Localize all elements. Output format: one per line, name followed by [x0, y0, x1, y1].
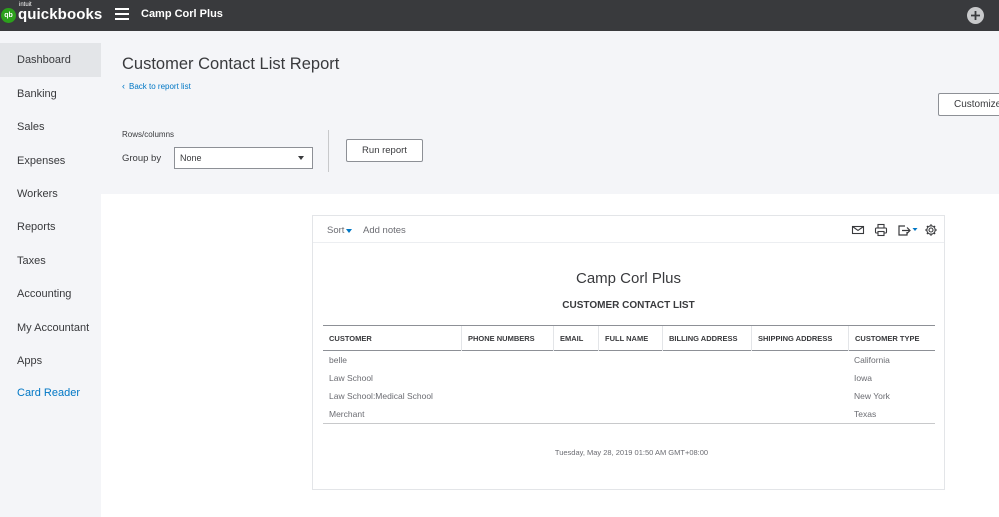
cell-customer[interactable]: Law School	[329, 373, 373, 383]
column-header-email[interactable]: EMAIL	[553, 326, 583, 351]
email-icon[interactable]	[851, 223, 865, 237]
divider	[328, 130, 329, 172]
column-header-billing-address[interactable]: BILLING ADDRESS	[662, 326, 737, 351]
cell-customer-type: California	[854, 355, 890, 365]
chevron-left-icon: ‹	[122, 81, 125, 91]
column-header-customer-type[interactable]: CUSTOMER TYPE	[848, 326, 919, 351]
sort-caret-icon	[346, 228, 353, 233]
logo-name-text: quickbooks	[18, 6, 103, 23]
sidebar-item-accounting[interactable]: Accounting	[0, 277, 101, 311]
sidebar-item-apps[interactable]: Apps	[0, 344, 101, 378]
sidebar-item-sales[interactable]: Sales	[0, 110, 101, 144]
quickbooks-badge-icon: qb	[1, 7, 16, 23]
column-header-customer[interactable]: CUSTOMER	[323, 326, 372, 351]
sidebar-item-workers[interactable]: Workers	[0, 177, 101, 211]
create-plus-icon[interactable]	[967, 7, 984, 24]
group-by-label: Group by	[122, 153, 162, 164]
logo-intuit-text: intuit	[19, 2, 32, 8]
column-header-phone-numbers[interactable]: PHONE NUMBERS	[461, 326, 535, 351]
logo-wordmark: intuit quickbooks	[18, 2, 103, 25]
quickbooks-logo[interactable]: qb intuit quickbooks	[1, 2, 103, 26]
customize-button[interactable]: Customize	[938, 93, 999, 116]
cell-customer-type: Texas	[854, 409, 877, 419]
chevron-down-icon	[298, 156, 304, 160]
sidebar-item-taxes[interactable]: Taxes	[0, 244, 101, 278]
settings-gear-icon[interactable]	[924, 223, 938, 237]
back-link-label: Back to report list	[129, 81, 191, 91]
column-header-shipping-address[interactable]: SHIPPING ADDRESS	[751, 326, 832, 351]
sidebar-item-reports[interactable]: Reports	[0, 210, 101, 244]
cell-customer[interactable]: Law School:Medical School	[329, 391, 433, 401]
hamburger-menu-icon[interactable]	[115, 8, 129, 20]
report-title: CUSTOMER CONTACT LIST	[562, 300, 695, 311]
report-toolbar: Sort Add notes	[313, 216, 944, 243]
report-company-name: Camp Corl Plus	[575, 270, 682, 287]
add-notes-link[interactable]: Add notes	[363, 225, 406, 236]
sidebar-item-expenses[interactable]: Expenses	[0, 144, 101, 178]
report-timestamp: Tuesday, May 28, 2019 01:50 AM GMT+08:00	[554, 448, 709, 457]
sort-dropdown[interactable]: Sort	[327, 225, 353, 236]
run-report-button[interactable]: Run report	[346, 139, 423, 162]
sidebar-item-card-reader[interactable]: Card Reader	[0, 376, 101, 410]
column-header-full-name[interactable]: FULL NAME	[598, 326, 648, 351]
group-by-value: None	[180, 153, 202, 163]
sidebar-item-banking[interactable]: Banking	[0, 77, 101, 111]
sort-label: Sort	[327, 225, 345, 236]
back-to-report-list-link[interactable]: ‹ Back to report list	[122, 81, 191, 91]
cell-customer-type: Iowa	[854, 373, 872, 383]
table-body: belle California Law School Iowa Law Sch…	[323, 351, 935, 424]
rows-columns-label: Rows/columns	[122, 130, 175, 139]
group-by-select[interactable]: None	[174, 147, 313, 169]
page-title: Customer Contact List Report	[122, 55, 340, 73]
company-name: Camp Corl Plus	[141, 8, 223, 20]
cell-customer-type: New York	[854, 391, 890, 401]
report-panel: Sort Add notes Camp Corl Plus CUSTOMER C…	[312, 215, 945, 490]
sidebar-item-dashboard[interactable]: Dashboard	[0, 43, 101, 77]
cell-customer[interactable]: belle	[329, 355, 347, 365]
print-icon[interactable]	[874, 223, 888, 237]
table-header: CUSTOMER PHONE NUMBERS EMAIL FULL NAME B…	[323, 325, 935, 351]
sidebar-item-my-accountant[interactable]: My Accountant	[0, 311, 101, 345]
export-icon[interactable]	[897, 223, 919, 237]
cell-customer[interactable]: Merchant	[329, 409, 364, 419]
top-bar: qb intuit quickbooks Camp Corl Plus	[0, 0, 999, 31]
sidebar-nav: Dashboard Banking Sales Expenses Workers…	[0, 31, 101, 517]
report-table: CUSTOMER PHONE NUMBERS EMAIL FULL NAME B…	[323, 325, 935, 424]
